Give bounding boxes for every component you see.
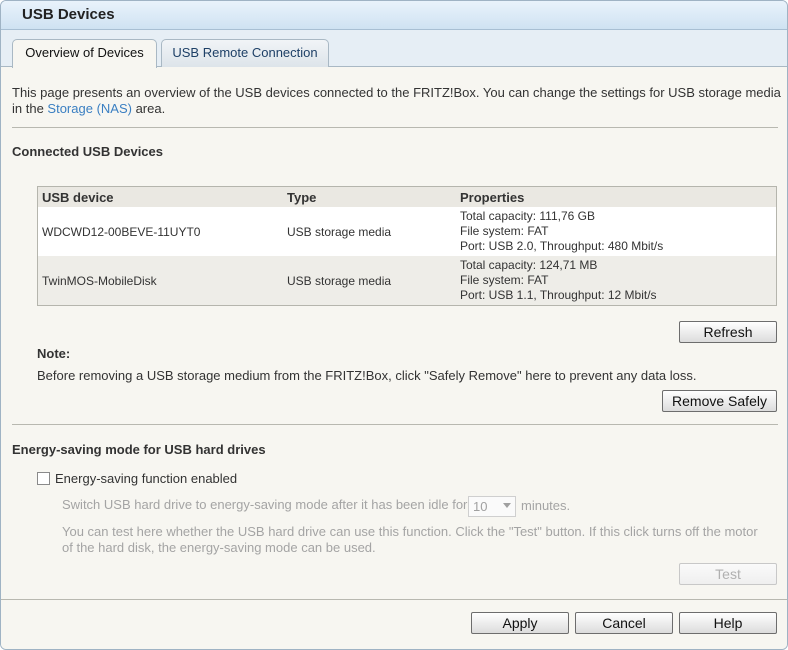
idle-time-text: Switch USB hard drive to energy-saving m… <box>62 497 468 512</box>
energy-saving-checkbox-label[interactable]: Energy-saving function enabled <box>55 471 237 486</box>
connected-devices-title: Connected USB Devices <box>12 144 163 159</box>
device-port: Port: USB 1.1, Throughput: 12 Mbit/s <box>460 288 657 302</box>
column-header-usb-device: USB device <box>42 189 114 205</box>
apply-button[interactable]: Apply <box>471 612 569 634</box>
test-button[interactable]: Test <box>679 563 777 585</box>
device-filesystem: File system: FAT <box>460 224 549 238</box>
note-title: Note: <box>37 346 71 361</box>
tab-usb-remote-connection[interactable]: USB Remote Connection <box>161 39 329 67</box>
remove-safely-button[interactable]: Remove Safely <box>662 390 777 412</box>
table-row: WDCWD12-00BEVE-11UYT0 USB storage media … <box>38 207 776 256</box>
tab-bar: Overview of Devices USB Remote Connectio… <box>1 30 787 68</box>
window-title: USB Devices <box>22 6 115 23</box>
help-button[interactable]: Help <box>679 612 777 634</box>
device-properties: Total capacity: 124,71 MB File system: F… <box>460 258 774 303</box>
idle-minutes-select[interactable]: 10 <box>468 496 516 517</box>
footer-bar: Apply Cancel Help <box>1 599 787 649</box>
usb-devices-window: USB Devices Overview of Devices USB Remo… <box>0 0 788 650</box>
refresh-button[interactable]: Refresh <box>679 321 777 343</box>
divider <box>12 424 778 425</box>
tab-overview-of-devices[interactable]: Overview of Devices <box>12 39 157 68</box>
idle-minutes-value: 10 <box>473 499 488 514</box>
divider <box>12 127 778 128</box>
energy-saving-checkbox[interactable] <box>37 472 50 485</box>
device-name: TwinMOS-MobileDisk <box>42 273 157 288</box>
device-filesystem: File system: FAT <box>460 273 549 287</box>
table-row: TwinMOS-MobileDisk USB storage media Tot… <box>38 256 776 305</box>
table-header: USB device Type Properties <box>38 187 776 207</box>
device-port: Port: USB 2.0, Throughput: 480 Mbit/s <box>460 239 664 253</box>
intro-text-after: area. <box>131 101 166 116</box>
device-type: USB storage media <box>287 224 392 239</box>
storage-nas-link[interactable]: Storage (NAS) <box>47 101 132 116</box>
device-capacity: Total capacity: 111,76 GB <box>460 209 595 223</box>
column-header-type: Type <box>287 189 317 205</box>
device-type: USB storage media <box>287 273 392 288</box>
column-header-properties: Properties <box>460 189 525 205</box>
device-capacity: Total capacity: 124,71 MB <box>460 258 598 272</box>
usb-devices-table: USB device Type Properties WDCWD12-00BEV… <box>37 186 777 306</box>
energy-saving-title: Energy-saving mode for USB hard drives <box>12 442 266 457</box>
minutes-label: minutes. <box>521 498 571 513</box>
device-name: WDCWD12-00BEVE-11UYT0 <box>42 224 201 239</box>
main-content: This page presents an overview of the US… <box>1 67 787 599</box>
title-bar: USB Devices <box>1 1 787 30</box>
intro-text: This page presents an overview of the US… <box>12 85 782 117</box>
note-text: Before removing a USB storage medium fro… <box>37 368 697 383</box>
test-description: You can test here whether the USB hard d… <box>62 524 758 555</box>
device-properties: Total capacity: 111,76 GB File system: F… <box>460 209 774 254</box>
chevron-down-icon <box>503 503 511 508</box>
cancel-button[interactable]: Cancel <box>575 612 673 634</box>
